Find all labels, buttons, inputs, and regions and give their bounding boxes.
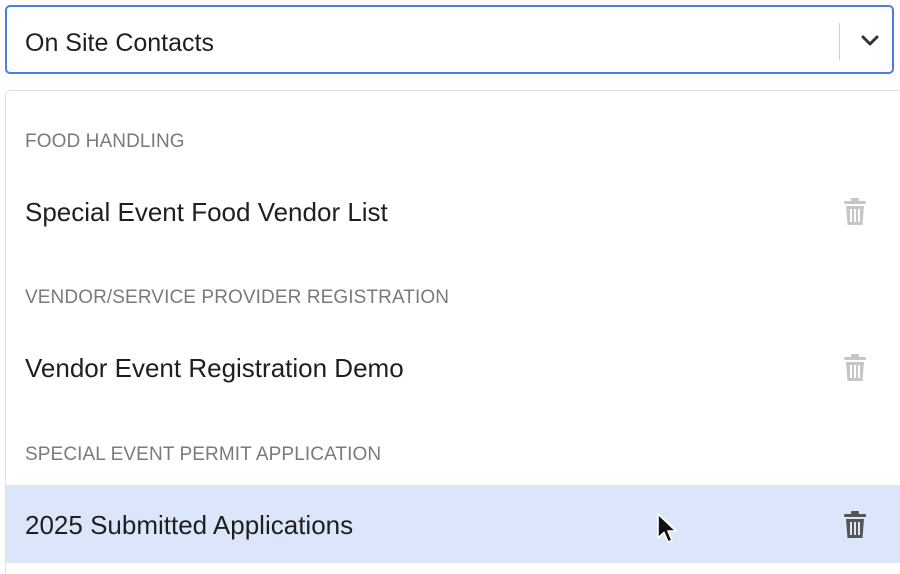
list-select[interactable]: On Site Contacts: [5, 5, 894, 74]
option-label: 2025 Submitted Applications: [25, 510, 354, 540]
option-label: Special Event Food Vendor List: [25, 197, 388, 227]
trash-icon[interactable]: [842, 511, 868, 539]
option-2025-submitted-applications[interactable]: 2025 Submitted Applications: [6, 485, 900, 563]
option-special-event-food-vendor-list[interactable]: Special Event Food Vendor List: [6, 172, 900, 250]
mouse-cursor-icon: [656, 513, 678, 545]
trash-icon[interactable]: [842, 198, 868, 226]
group-header-special-event-permit-application: SPECIAL EVENT PERMIT APPLICATION: [25, 444, 382, 465]
select-divider: [839, 23, 840, 60]
group-header-food-handling: FOOD HANDLING: [25, 131, 185, 152]
dropdown-menu: FOOD HANDLING Special Event Food Vendor …: [5, 90, 900, 574]
option-label: Vendor Event Registration Demo: [25, 353, 404, 383]
select-value: On Site Contacts: [25, 29, 214, 57]
chevron-down-icon[interactable]: [859, 31, 881, 51]
option-vendor-event-registration-demo[interactable]: Vendor Event Registration Demo: [6, 328, 900, 406]
trash-icon[interactable]: [842, 354, 868, 382]
group-header-vendor-service-provider-registration: VENDOR/SERVICE PROVIDER REGISTRATION: [25, 287, 450, 308]
